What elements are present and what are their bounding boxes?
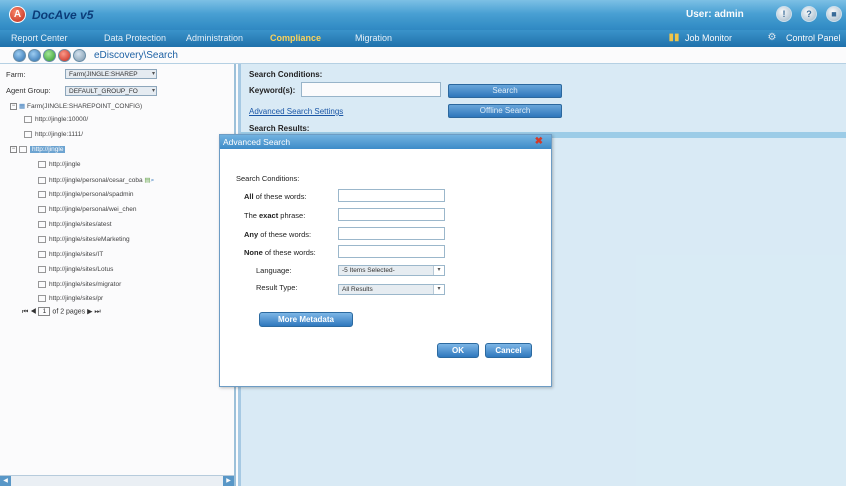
exact-phrase-label: The exact phrase: xyxy=(244,211,305,220)
exact-phrase-input[interactable] xyxy=(338,208,445,221)
none-words-input[interactable] xyxy=(338,245,445,258)
advanced-search-dialog: Advanced Search ✖ Search Conditions: All… xyxy=(219,134,552,387)
chevron-down-icon: ▾ xyxy=(433,285,444,294)
all-words-label: All of these words: xyxy=(244,192,307,201)
all-words-bold: All xyxy=(244,192,254,201)
any-words-rest: of these words: xyxy=(258,230,312,239)
cancel-button[interactable]: Cancel xyxy=(485,343,532,358)
language-select-value: -5 Items Selected- xyxy=(342,267,395,274)
any-words-input[interactable] xyxy=(338,227,445,240)
any-words-label: Any of these words: xyxy=(244,230,311,239)
any-words-bold: Any xyxy=(244,230,259,239)
language-label: Language: xyxy=(256,266,292,275)
dialog-title: Advanced Search xyxy=(223,137,291,147)
ok-button[interactable]: OK xyxy=(437,343,479,358)
dialog-section-title: Search Conditions: xyxy=(236,174,300,183)
more-metadata-button[interactable]: More Metadata xyxy=(259,312,353,327)
all-words-rest: of these words: xyxy=(253,192,307,201)
exact-phrase-pre: The xyxy=(244,211,260,220)
exact-phrase-rest: phrase: xyxy=(278,211,306,220)
chevron-down-icon: ▾ xyxy=(433,266,444,275)
result-type-select-value: All Results xyxy=(342,286,373,293)
none-words-label: None of these words: xyxy=(244,248,316,257)
language-select[interactable]: -5 Items Selected- ▾ xyxy=(338,265,445,276)
dialog-title-bar[interactable]: Advanced Search ✖ xyxy=(220,135,551,149)
none-words-bold: None xyxy=(244,248,263,257)
close-icon[interactable]: ✖ xyxy=(535,136,543,147)
all-words-input[interactable] xyxy=(338,189,445,202)
dialog-body: Search Conditions: All of these words: T… xyxy=(220,149,551,386)
result-type-select[interactable]: All Results ▾ xyxy=(338,284,445,295)
none-words-rest: of these words: xyxy=(262,248,316,257)
result-type-label: Result Type: xyxy=(256,283,298,292)
exact-phrase-bold: exact xyxy=(259,211,279,220)
